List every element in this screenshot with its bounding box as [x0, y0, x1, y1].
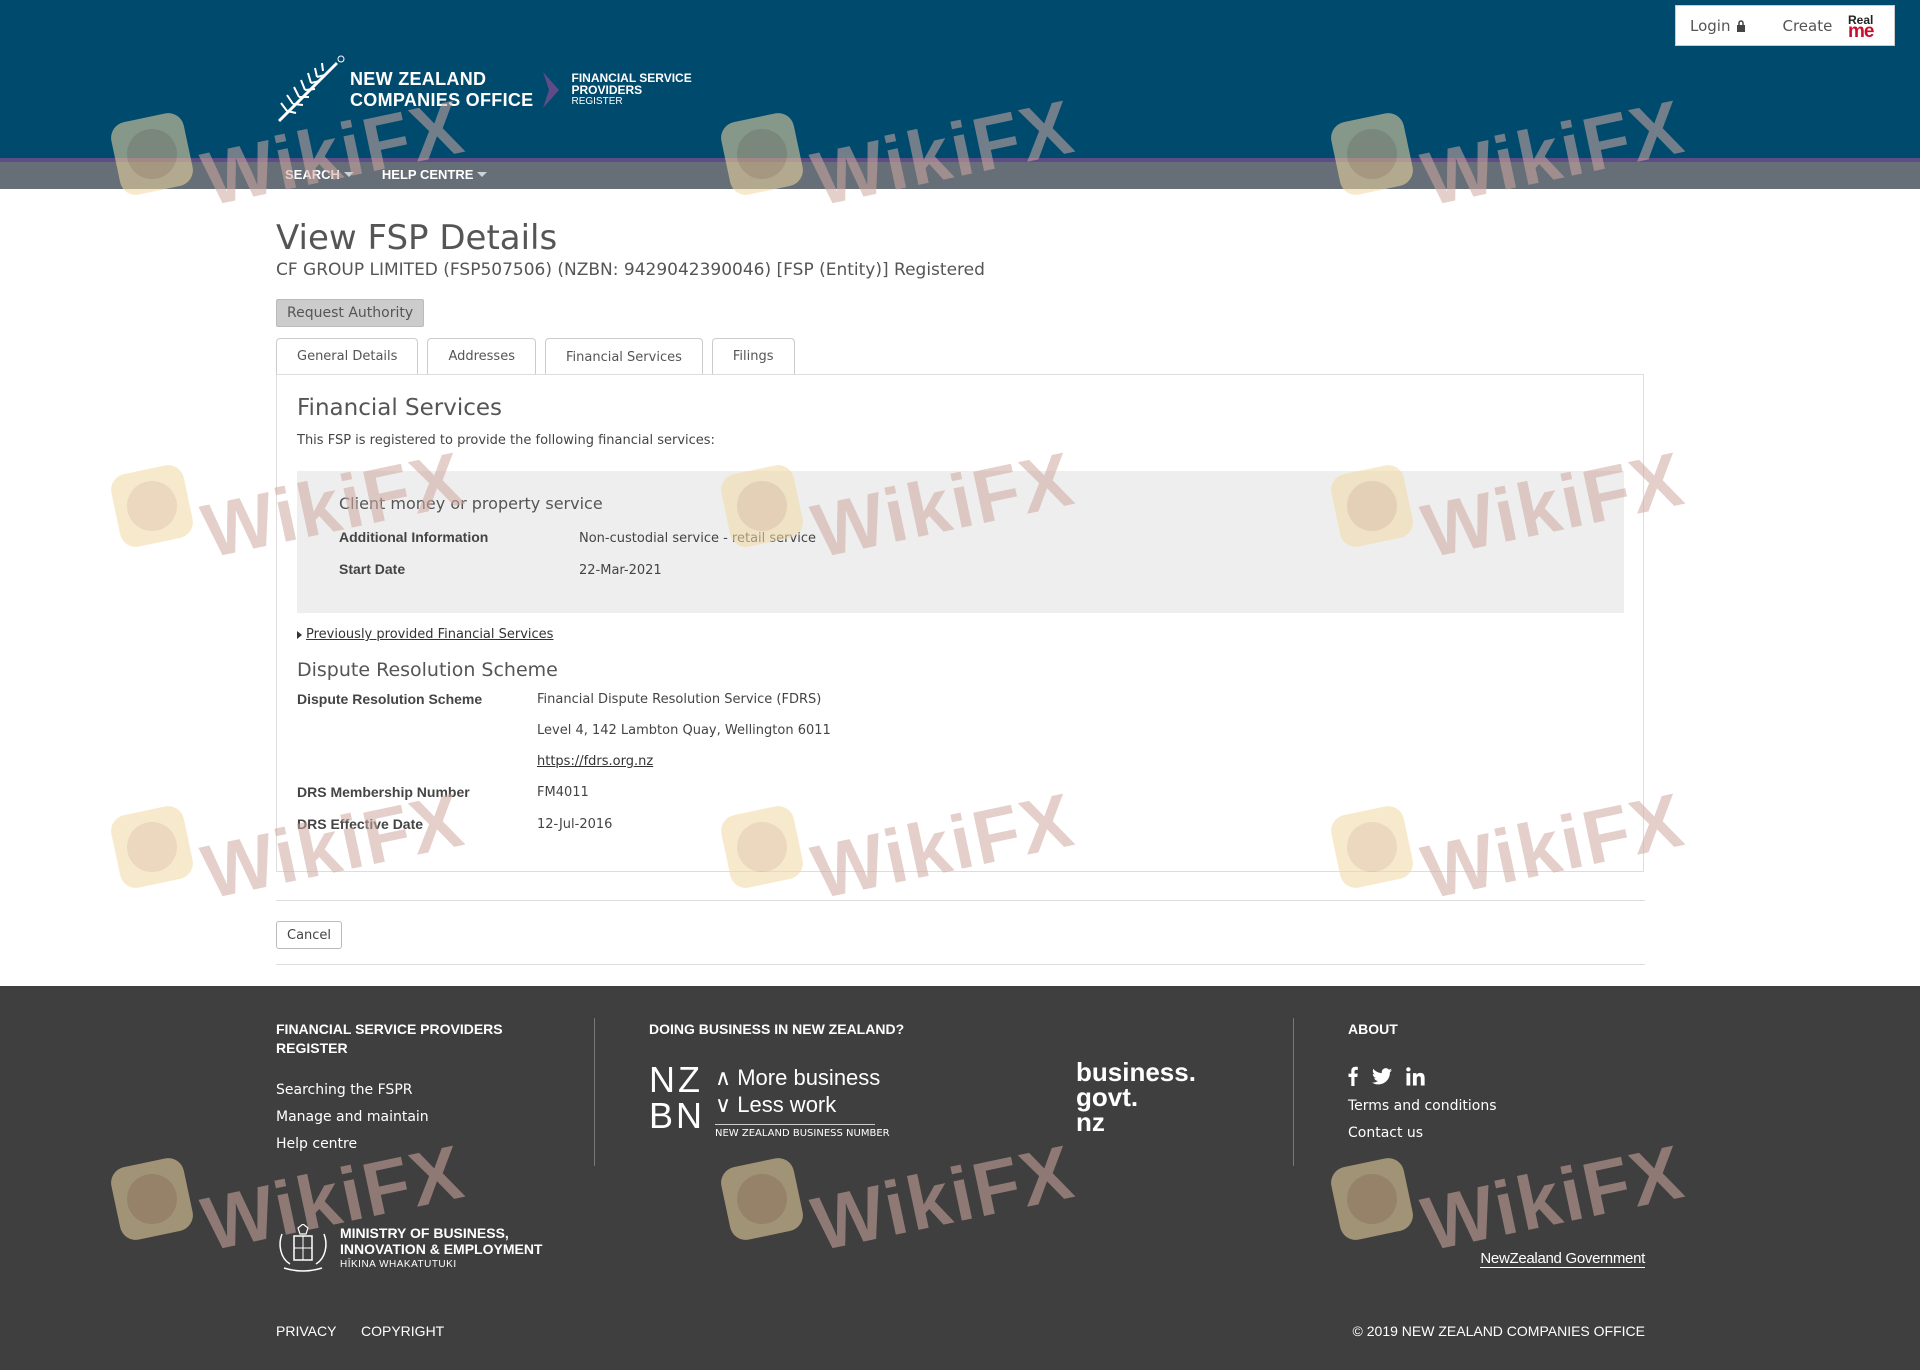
drs-membership-label: DRS Membership Number [297, 784, 470, 800]
copyright-link[interactable]: COPYRIGHT [361, 1323, 444, 1339]
cancel-button[interactable]: Cancel [276, 921, 343, 949]
footer-link-manage[interactable]: Manage and maintain [276, 1109, 429, 1125]
request-authority-button[interactable]: Request Authority [276, 299, 425, 327]
financial-services-intro: This FSP is registered to provide the fo… [297, 433, 715, 448]
fsp-subtitle: CF GROUP LIMITED (FSP507506) (NZBN: 9429… [276, 260, 985, 280]
footer-link-searching[interactable]: Searching the FSPR [276, 1082, 413, 1098]
drs-membership-value: FM4011 [537, 785, 589, 800]
watermark-eagle-icon [108, 461, 196, 550]
additional-info-label: Additional Information [339, 529, 489, 545]
mbie-line1: MINISTRY OF BUSINESS, [340, 1225, 509, 1241]
logo-sub3: REGISTER [571, 96, 623, 107]
nav-item-search[interactable]: SEARCH [285, 167, 354, 182]
watermark-eagle-icon [108, 802, 196, 891]
logo-line2: COMPANIES OFFICE [350, 90, 534, 110]
main-nav: SEARCH HELP CENTRE [285, 167, 488, 182]
page-title: View FSP Details [276, 218, 558, 258]
divider [276, 964, 1645, 965]
coat-of-arms-icon [279, 1224, 327, 1272]
caret-down-icon [477, 172, 488, 177]
start-date-label: Start Date [339, 561, 406, 577]
caret-up-icon: ∧ [715, 1065, 738, 1090]
realme-bottom: me [1848, 20, 1874, 42]
mbie-sub: HĪKINA WHAKATUTUKI [340, 1259, 457, 1270]
mbie-line2: INNOVATION & EMPLOYMENT [340, 1241, 543, 1257]
account-box: Login Create Real me [1675, 5, 1895, 46]
nav-item-help-centre[interactable]: HELP CENTRE [382, 167, 488, 182]
start-date-value: 22-Mar-2021 [579, 563, 662, 578]
dispute-scheme-name: Financial Dispute Resolution Service (FD… [537, 692, 822, 707]
service-name: Client money or property service [339, 494, 603, 513]
nzbn-underline [715, 1124, 875, 1125]
tab-addresses[interactable]: Addresses [427, 338, 536, 374]
chevron-right-icon [543, 72, 560, 108]
login-label: Login [1690, 16, 1731, 35]
nav-label: HELP CENTRE [381, 167, 474, 182]
footer-divider [1293, 1018, 1294, 1166]
triangle-right-icon [297, 630, 302, 639]
linkedin-icon[interactable] [1406, 1066, 1425, 1086]
nzbn-less: Less work [737, 1092, 837, 1117]
caret-down-icon [343, 172, 354, 177]
footer-fspr-heading: FINANCIAL SERVICE PROVIDERS REGISTER [276, 1020, 503, 1058]
privacy-link[interactable]: PRIVACY [276, 1323, 336, 1339]
nzbn-line-nz: NZ [649, 1059, 703, 1100]
create-link[interactable]: Create [1782, 17, 1832, 35]
tab-panel: Financial Services This FSP is registere… [276, 374, 1644, 872]
divider [276, 900, 1645, 901]
drs-effective-label: DRS Effective Date [297, 816, 424, 832]
service-card: Client money or property service Additio… [297, 471, 1624, 613]
dispute-scheme-url[interactable]: https://fdrs.org.nz [537, 754, 653, 769]
footer-about-heading: ABOUT [1348, 1021, 1398, 1037]
footer-fspr-heading-line2: REGISTER [276, 1040, 348, 1056]
site-header: Login Create Real me NEW ZEALAND COMPANI… [0, 0, 1920, 158]
caret-down-icon: ∨ [715, 1092, 738, 1117]
drs-effective-value: 12-Jul-2016 [537, 817, 613, 832]
dispute-scheme-label: Dispute Resolution Scheme [297, 691, 483, 707]
nzbn-caption: NEW ZEALAND BUSINESS NUMBER [715, 1128, 890, 1139]
dispute-scheme-address: Level 4, 142 Lambton Quay, Wellington 60… [537, 723, 831, 738]
logo-sub2: PROVIDERS [571, 83, 643, 97]
mbie-logo[interactable]: MINISTRY OF BUSINESS, INNOVATION & EMPLO… [276, 1224, 542, 1274]
financial-services-heading: Financial Services [297, 395, 503, 421]
lock-icon [1736, 20, 1746, 32]
footer-fspr-heading-line1: FINANCIAL SERVICE PROVIDERS [276, 1021, 503, 1037]
business-govt-nz-logo[interactable]: business. govt. nz [1076, 1059, 1196, 1137]
footer-business-heading: DOING BUSINESS IN NEW ZEALAND? [649, 1021, 905, 1037]
login-link[interactable]: Login [1690, 17, 1746, 35]
nzbn-more: More business [737, 1065, 881, 1090]
dispute-heading: Dispute Resolution Scheme [297, 659, 558, 681]
nav-label: SEARCH [285, 167, 340, 182]
realme-logo[interactable]: Real me [1848, 14, 1884, 42]
nz-government-logo[interactable]: NewZealand Government [1480, 1250, 1645, 1268]
footer-divider [594, 1018, 595, 1166]
previous-services-link[interactable]: Previously provided Financial Services [297, 627, 553, 642]
nzbn-tagline: ∧ More business ∨ Less work [715, 1064, 880, 1118]
previous-services-label: Previously provided Financial Services [306, 627, 554, 642]
nzbn-letters: NZ BN [649, 1062, 705, 1134]
fern-icon [277, 55, 345, 123]
social-links [1348, 1066, 1425, 1086]
footer-link-contact[interactable]: Contact us [1348, 1125, 1423, 1141]
tab-bar: General Details Addresses Financial Serv… [276, 338, 795, 375]
facebook-icon[interactable] [1348, 1066, 1358, 1086]
footer-link-terms[interactable]: Terms and conditions [1348, 1098, 1497, 1114]
twitter-icon[interactable] [1372, 1067, 1392, 1085]
copyright-text: © 2019 NEW ZEALAND COMPANIES OFFICE [1352, 1323, 1645, 1339]
tab-general-details[interactable]: General Details [276, 338, 419, 374]
logo-line1: NEW ZEALAND [350, 69, 487, 89]
additional-info-value: Non-custodial service - retail service [579, 531, 816, 546]
nzbn-line-bn: BN [649, 1095, 706, 1136]
footer-link-help[interactable]: Help centre [276, 1136, 357, 1152]
tab-filings[interactable]: Filings [711, 338, 795, 374]
companies-office-logo[interactable]: NEW ZEALAND COMPANIES OFFICE FINANCIAL S… [275, 55, 692, 125]
bgn-line3: nz [1076, 1107, 1105, 1137]
site-footer: FINANCIAL SERVICE PROVIDERS REGISTER Sea… [0, 986, 1920, 1370]
tab-financial-services[interactable]: Financial Services [544, 338, 703, 375]
